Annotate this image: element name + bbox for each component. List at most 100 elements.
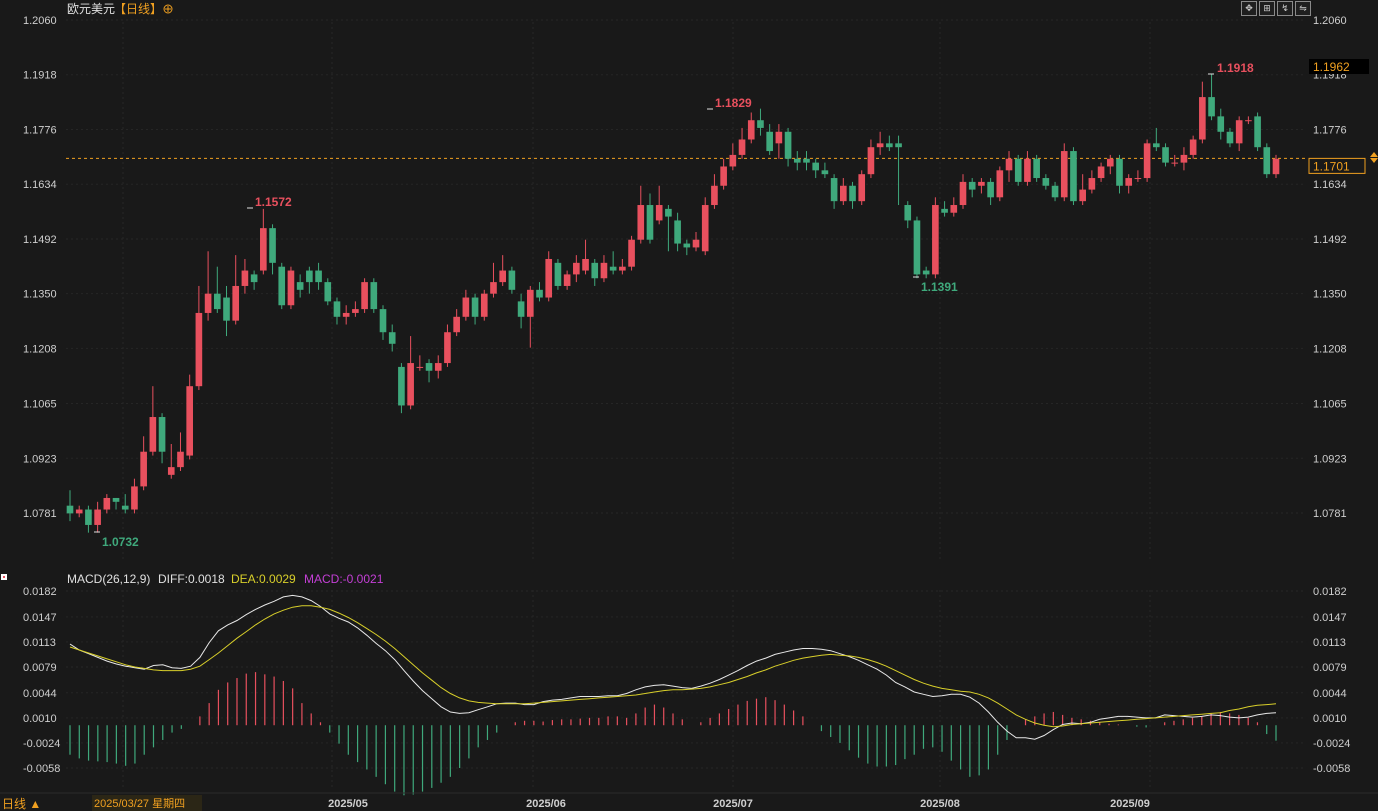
candle-body [195, 312, 203, 387]
candle-body [167, 467, 175, 475]
macd-indicator-icon[interactable] [1, 574, 7, 580]
candle-body [296, 282, 304, 290]
candle-body [858, 174, 866, 202]
candle-body [278, 266, 286, 306]
candle-body [600, 262, 608, 279]
candle-body [140, 451, 147, 487]
macd-tick-label: 0.0113 [1313, 637, 1346, 649]
candle-body [812, 162, 820, 171]
candle-body [94, 509, 101, 525]
candle-body [932, 205, 939, 275]
candle-body [757, 120, 764, 128]
macd-tick-label: 0.0010 [1313, 713, 1347, 725]
candle-body [628, 239, 635, 267]
candle-body [398, 366, 405, 406]
candle-body [75, 509, 83, 514]
candle-body [1125, 178, 1133, 186]
candle-body [85, 509, 92, 525]
candle-body [517, 301, 525, 317]
candle-body [269, 228, 276, 263]
candle-body [407, 363, 414, 406]
price-tick-label: 1.1065 [23, 399, 57, 411]
macd-tick-label: 0.0147 [23, 612, 57, 624]
price-tick-label: 1.1776 [23, 124, 57, 136]
candle-body [1106, 158, 1114, 167]
candle-body [1245, 120, 1252, 122]
candle-body [1097, 166, 1105, 179]
candle-body [434, 363, 442, 371]
candlestick-series[interactable] [66, 73, 1280, 533]
symbol-title: 欧元美元 [67, 2, 115, 16]
candle-body [324, 282, 332, 302]
macd-tick-label: -0.0024 [1313, 738, 1350, 750]
candle-body [1134, 178, 1142, 180]
candle-body [692, 239, 700, 248]
candle-body [950, 205, 958, 213]
grid-lines [66, 19, 1306, 790]
month-label: 2025/06 [526, 798, 566, 810]
candle-body [499, 270, 507, 283]
macd-dea-value: DEA:0.0029 [231, 572, 296, 586]
candle-body [674, 220, 681, 244]
candle-body [968, 181, 976, 190]
svg-text:1.1572: 1.1572 [255, 195, 292, 209]
candle-body [425, 363, 433, 371]
price-tick-label: 1.1208 [23, 343, 57, 355]
candle-body [821, 170, 829, 175]
macd-dea-line [69, 605, 1277, 728]
candle-body [260, 228, 267, 271]
candle-body [416, 366, 424, 368]
candle-body [1051, 185, 1059, 198]
candle-body [453, 316, 460, 333]
candle-body [839, 185, 847, 202]
macd-tick-label: 0.0079 [23, 662, 57, 674]
candle-body [223, 297, 230, 321]
period-toggle[interactable]: 日线 ▲ [2, 797, 41, 811]
candle-body [480, 293, 488, 317]
candle-body [287, 270, 295, 306]
plus-circle-icon[interactable] [163, 4, 173, 14]
macd-tick-label: 0.0182 [23, 586, 57, 598]
candle-body [545, 258, 553, 298]
candle-body [1143, 143, 1151, 179]
candle-body [1171, 162, 1179, 164]
candle-body [241, 270, 249, 286]
price-tick-label: 1.1350 [23, 289, 57, 301]
switch-icon[interactable]: ⇋ [1295, 1, 1311, 16]
fullscreen-icon[interactable]: ✥ [1241, 1, 1257, 16]
chart-canvas[interactable]: 欧元美元 【日线】 1.2060 1.1918 1.1776 1.1634 1.1492… [0, 0, 1378, 811]
candle-body [849, 185, 856, 202]
price-tick-label: 1.1634 [1313, 179, 1347, 191]
month-label: 2025/07 [713, 798, 753, 810]
candle-body [904, 205, 912, 221]
price-tick-label: 1.1492 [1313, 234, 1347, 246]
candle-body [784, 131, 792, 159]
month-label: 2025/05 [328, 798, 368, 810]
period-label[interactable]: 【日线】 [114, 2, 162, 16]
candle-body [1079, 189, 1086, 202]
candle-body [1162, 147, 1169, 163]
chart-toolbar: ✥ ⊞ ↯ ⇋ [1241, 1, 1311, 16]
candle-body [1088, 178, 1096, 190]
candle-body [941, 208, 948, 213]
macd-macd-value: MACD:-0.0021 [304, 572, 384, 586]
latest-price-label: 1.1701 [1313, 159, 1350, 173]
price-tick-label: 1.0781 [23, 508, 57, 520]
candle-body [342, 312, 350, 317]
candle-body [1024, 158, 1031, 182]
chart-icon[interactable]: ↯ [1277, 1, 1293, 16]
annotation-high-2: 1.1829 [707, 96, 752, 110]
price-tick-label: 1.2060 [1313, 15, 1347, 27]
candle-body [830, 178, 838, 202]
macd-tick-label: 0.0044 [1313, 688, 1347, 700]
candle-body [536, 289, 543, 298]
table-icon[interactable]: ⊞ [1259, 1, 1275, 16]
candle-body [573, 262, 580, 275]
candle-body [526, 289, 534, 317]
annotation-high-1: 1.1572 [247, 195, 292, 209]
candle-body [1116, 158, 1123, 186]
price-tick-label: 1.1492 [23, 234, 57, 246]
candle-body [619, 266, 626, 271]
candle-body [158, 417, 166, 452]
candle-body [978, 181, 985, 186]
